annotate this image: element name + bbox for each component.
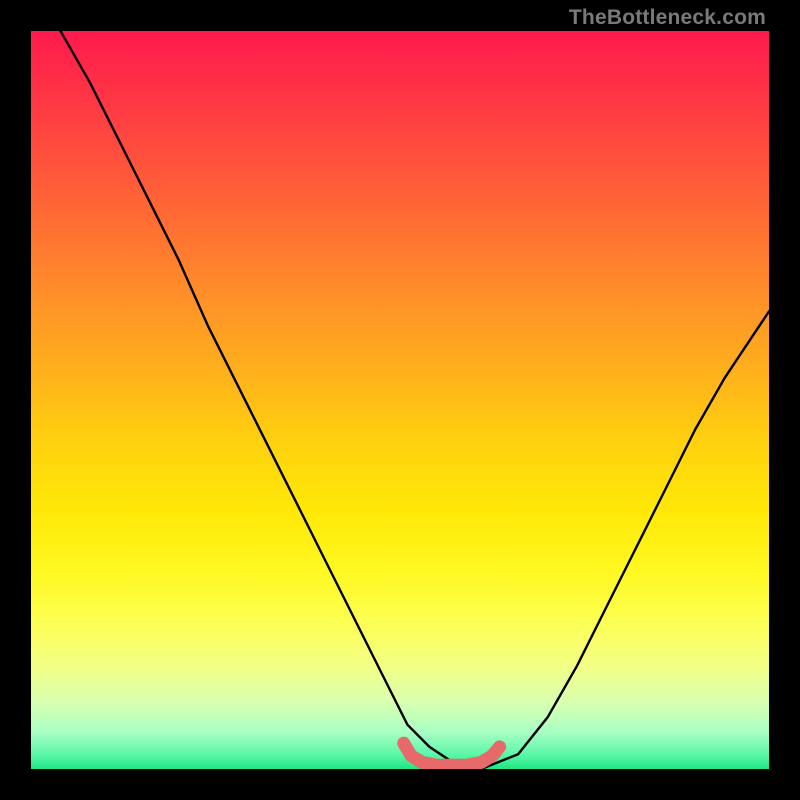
bottleneck-curve: [61, 31, 770, 769]
plot-area: [31, 31, 769, 769]
valley-marker: [404, 743, 500, 765]
curve-layer: [31, 31, 769, 769]
chart-frame: TheBottleneck.com: [0, 0, 800, 800]
watermark-label: TheBottleneck.com: [569, 6, 766, 30]
